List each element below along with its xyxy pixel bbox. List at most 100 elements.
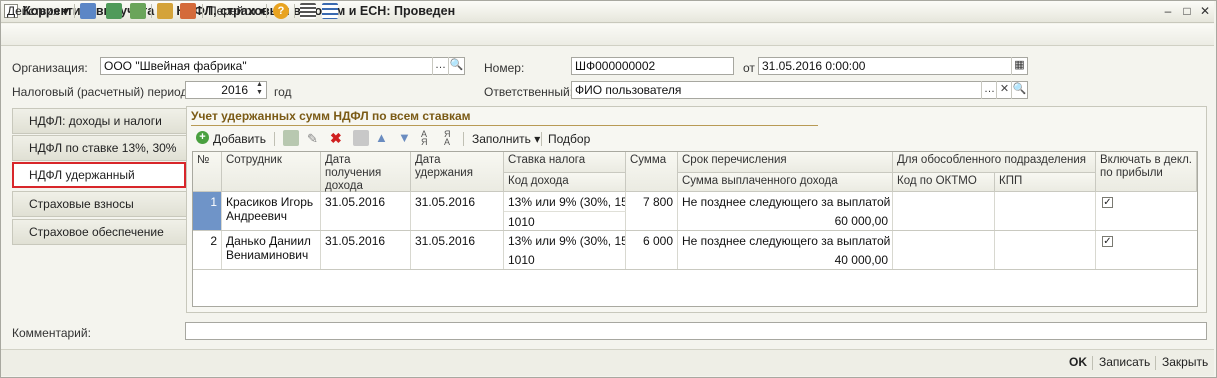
section-title: Учет удержанных сумм НДФЛ по всем ставка…: [191, 109, 471, 123]
responsible-clear-icon[interactable]: ✕: [996, 81, 1012, 99]
row-employee[interactable]: Данько Даниил Вениаминович: [222, 231, 321, 269]
toolbar-separator: [274, 132, 275, 146]
move-up-icon[interactable]: ▲: [375, 130, 388, 145]
delete-icon[interactable]: ✖: [330, 130, 342, 147]
select-button[interactable]: Подбор: [548, 131, 590, 147]
footer-bar: [1, 349, 1214, 376]
move-down-icon[interactable]: ▼: [398, 130, 411, 145]
row-deadline[interactable]: Не позднее следующего за выплатой ...: [678, 192, 893, 211]
add-icon[interactable]: +: [196, 131, 209, 144]
footer-separator: [1155, 356, 1156, 370]
settings-list-icon[interactable]: [322, 3, 338, 19]
edit-icon[interactable]: ✎: [307, 131, 318, 147]
col-header-rate[interactable]: Ставка налога: [504, 152, 626, 173]
col-header-subdivision[interactable]: Для обособленного подразделения: [893, 152, 1096, 173]
row-include-checkbox[interactable]: ✓: [1102, 236, 1113, 247]
tab-ndfl-rate[interactable]: НДФЛ по ставке 13%, 30%: [12, 135, 186, 161]
ok-button[interactable]: OK: [1069, 355, 1087, 369]
row-paid-sum[interactable]: 60 000,00: [678, 211, 893, 230]
fill-label: Заполнить: [472, 132, 531, 146]
row-oktmo[interactable]: [893, 231, 995, 269]
list-icon[interactable]: [300, 3, 316, 19]
row-kpp[interactable]: [995, 231, 1096, 269]
goto-menu[interactable]: Перейти ▾: [208, 3, 265, 19]
tab-ndfl-withheld[interactable]: НДФЛ удержанный: [12, 162, 186, 188]
row-deadline[interactable]: Не позднее следующего за выплатой ...: [678, 231, 893, 250]
row-paid-sum[interactable]: 40 000,00: [678, 250, 893, 269]
row-sum[interactable]: 7 800: [626, 192, 678, 230]
org-value: ООО "Швейная фабрика": [104, 59, 247, 73]
period-stepper[interactable]: ▲ ▼: [253, 81, 266, 99]
withheld-table[interactable]: № Сотрудник Дата получения дохода Дата у…: [192, 151, 1198, 307]
end-edit-icon[interactable]: [353, 130, 369, 146]
row-withhold-date[interactable]: 31.05.2016: [411, 192, 504, 230]
row-include-checkbox[interactable]: ✓: [1102, 197, 1113, 208]
col-header-kpp[interactable]: КПП: [995, 173, 1096, 192]
row-rate[interactable]: 13% или 9% (30%, 15%): [504, 231, 626, 250]
goto-label: Перейти: [208, 4, 256, 18]
copy-icon[interactable]: [130, 3, 146, 19]
actions-label: Действия: [7, 4, 60, 18]
minimize-icon[interactable]: –: [1160, 3, 1176, 19]
col-header-deadline[interactable]: Срок перечисления: [678, 152, 893, 173]
add-button[interactable]: Добавить: [213, 131, 266, 147]
date-field[interactable]: 31.05.2016 0:00:00: [758, 57, 1028, 75]
row-income-date[interactable]: 31.05.2016: [321, 231, 411, 269]
tab-insurance-coverage[interactable]: Страховое обеспечение: [12, 219, 186, 245]
post-icon[interactable]: [80, 3, 96, 19]
row-income-date[interactable]: 31.05.2016: [321, 192, 411, 230]
actions-menu[interactable]: Действия ▾: [7, 3, 69, 19]
close-button[interactable]: Закрыть: [1162, 355, 1208, 369]
toolbar: [1, 24, 1214, 46]
help-icon[interactable]: ?: [273, 3, 289, 19]
org-select-button[interactable]: …: [432, 57, 448, 75]
comment-field[interactable]: [185, 322, 1207, 340]
toolbar-separator: [463, 132, 464, 146]
org-field[interactable]: ООО "Швейная фабрика": [100, 57, 465, 75]
row-income-code[interactable]: 1010: [504, 211, 626, 230]
col-header-include[interactable]: Включать в декл. по прибыли: [1096, 152, 1197, 192]
col-header-num[interactable]: №: [193, 152, 222, 192]
number-value: ШФ000000002: [575, 59, 656, 73]
toolbar-separator: [202, 4, 203, 18]
sort-desc-icon[interactable]: ЯA: [444, 130, 451, 147]
close-icon[interactable]: ✕: [1197, 3, 1213, 19]
tab-insurance-contributions[interactable]: Страховые взносы: [12, 191, 186, 217]
responsible-search-icon[interactable]: 🔍: [1011, 81, 1027, 99]
org-label: Организация:: [12, 61, 88, 75]
row-employee[interactable]: Красиков Игорь Андреевич: [222, 192, 321, 230]
movements-icon[interactable]: [157, 3, 173, 19]
toolbar-separator: [294, 4, 295, 18]
col-header-paid-sum[interactable]: Сумма выплаченного дохода: [678, 173, 893, 192]
maximize-icon[interactable]: □: [1179, 3, 1195, 19]
col-header-sum[interactable]: Сумма: [626, 152, 678, 192]
calendar-icon[interactable]: ▦: [1011, 57, 1027, 75]
col-header-income-date[interactable]: Дата получения дохода: [321, 152, 411, 192]
refresh-icon[interactable]: [106, 3, 122, 19]
col-header-withhold-date[interactable]: Дата удержания: [411, 152, 504, 192]
row-kpp[interactable]: [995, 192, 1096, 230]
responsible-field[interactable]: ФИО пользователя: [571, 81, 1028, 99]
toolbar-separator: [266, 4, 267, 18]
comment-label: Комментарий:: [12, 326, 91, 340]
number-field[interactable]: ШФ000000002: [571, 57, 734, 75]
row-income-code[interactable]: 1010: [504, 250, 626, 269]
row-oktmo[interactable]: [893, 192, 995, 230]
copy-row-icon[interactable]: [283, 130, 299, 146]
save-button[interactable]: Записать: [1099, 355, 1150, 369]
col-header-oktmo[interactable]: Код по ОКТМО: [893, 173, 995, 192]
sort-asc-icon[interactable]: AЯ: [421, 130, 428, 147]
fill-menu[interactable]: Заполнить ▾: [472, 131, 540, 147]
col-header-employee[interactable]: Сотрудник: [222, 152, 321, 192]
tab-ndfl-income[interactable]: НДФЛ: доходы и налоги: [12, 108, 186, 134]
row-rate[interactable]: 13% или 9% (30%, 15%): [504, 192, 626, 211]
row-sum[interactable]: 6 000: [626, 231, 678, 269]
toolbar-separator: [74, 4, 75, 18]
col-header-income-code[interactable]: Код дохода: [504, 173, 626, 192]
period-unit: год: [274, 85, 292, 99]
row-withhold-date[interactable]: 31.05.2016: [411, 231, 504, 269]
toolbar-separator: [541, 132, 542, 146]
structure-icon[interactable]: [180, 3, 196, 19]
org-search-icon[interactable]: 🔍: [448, 57, 464, 75]
responsible-select-button[interactable]: …: [981, 81, 997, 99]
